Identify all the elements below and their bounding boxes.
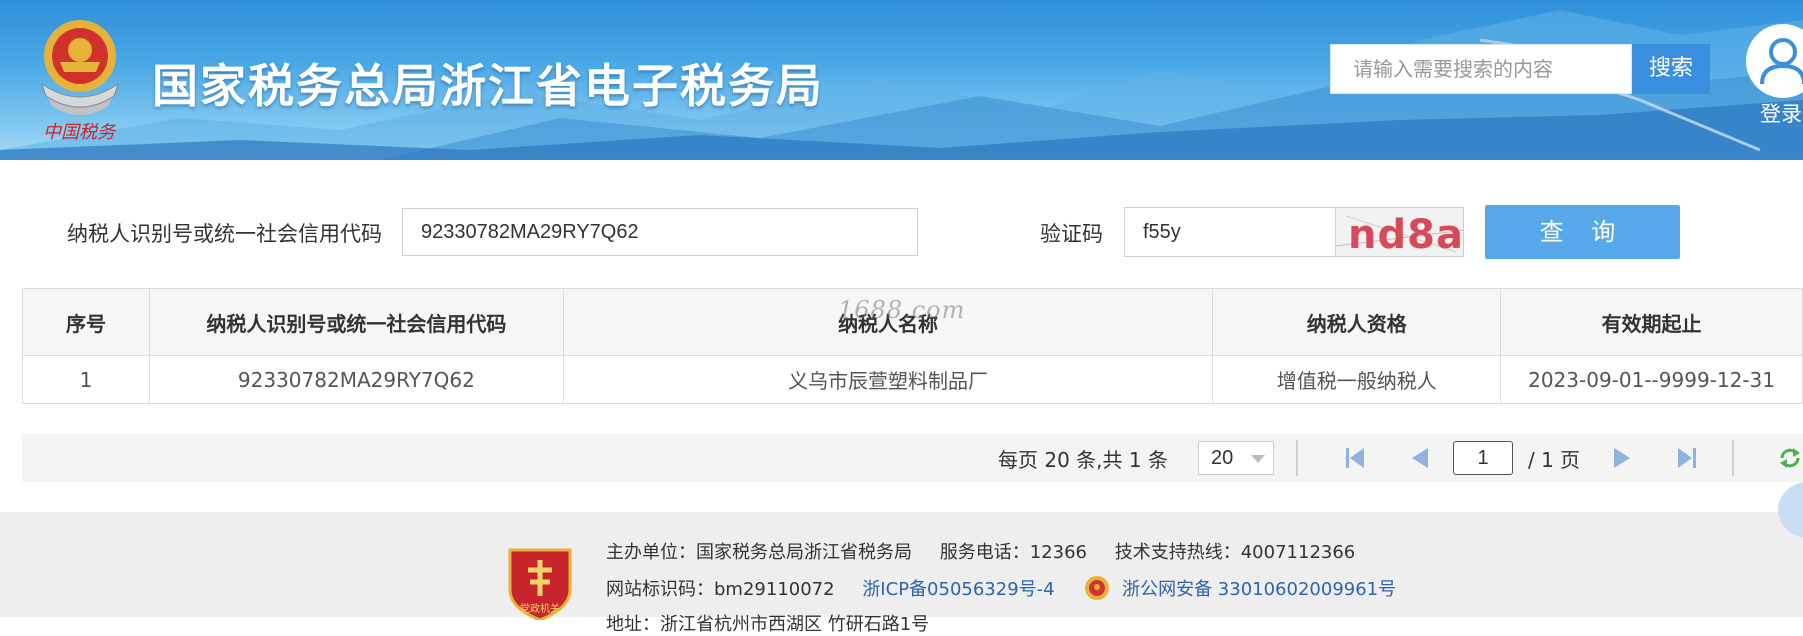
login-avatar[interactable] [1746, 24, 1803, 98]
last-page-icon[interactable] [1675, 446, 1699, 470]
search-button[interactable]: 搜索 [1632, 44, 1710, 94]
search-input[interactable]: 请输入需要搜索的内容 [1330, 44, 1632, 94]
footer-record-line: 网站标识码：bm29110072 浙ICP备05056329号-4 浙公网安备 … [606, 575, 1396, 601]
col-header-validity: 有效期起止 [1500, 288, 1803, 356]
tin-label: 纳税人识别号或统一社会信用代码 [67, 222, 382, 246]
pager-divider [1732, 440, 1734, 476]
cell-tin: 92330782MA29RY7Q62 [148, 355, 564, 404]
captcha-input[interactable]: f55y [1124, 207, 1336, 257]
cell-name: 义乌市辰萱塑料制品厂 [562, 355, 1214, 404]
col-header-tin: 纳税人识别号或统一社会信用代码 [148, 288, 564, 356]
query-button[interactable]: 查 询 [1485, 205, 1680, 259]
captcha-image[interactable]: nd8a [1335, 207, 1464, 257]
page-total: / 1 页 [1528, 448, 1581, 472]
police-badge-icon [1085, 576, 1110, 600]
chevron-down-icon [1251, 455, 1265, 463]
watermark: 1688.com [838, 296, 966, 324]
page-size-select[interactable]: 20 [1198, 441, 1274, 475]
police-record-link[interactable]: 浙公网安备 33010602009961号 [1122, 579, 1396, 600]
cell-validity: 2023-09-01--9999-12-31 [1500, 355, 1803, 404]
tin-input[interactable]: 92330782MA29RY7Q62 [402, 208, 918, 256]
icp-link[interactable]: 浙ICP备05056329号-4 [862, 579, 1054, 600]
page-size-value: 20 [1211, 447, 1234, 469]
cell-qualification: 增值税一般纳税人 [1212, 355, 1502, 404]
site-title: 国家税务总局浙江省电子税务局 [152, 59, 824, 113]
party-gov-badge-icon: 党政机关 [508, 548, 572, 622]
footer-info-line: 主办单位：国家税务总局浙江省税务局 服务电话：12366 技术支持热线：4007… [606, 538, 1355, 564]
prev-page-icon[interactable] [1408, 446, 1432, 470]
cell-index: 1 [22, 355, 150, 404]
badge-caption: 党政机关 [520, 602, 560, 615]
col-header-index: 序号 [22, 288, 150, 356]
site-footer: 党政机关 主办单位：国家税务总局浙江省税务局 服务电话：12366 技术支持热线… [0, 512, 1803, 635]
first-page-icon[interactable] [1343, 446, 1367, 470]
pager-info: 每页 20 条,共 1 条 [998, 448, 1168, 472]
emblem-caption: 中国税务 [43, 122, 117, 143]
login-label[interactable]: 登录 [1760, 98, 1802, 128]
refresh-icon[interactable] [1778, 446, 1802, 470]
footer-address-line: 地址：浙江省杭州市西湖区 竹研石路1号 [606, 614, 930, 635]
table-row: 1 92330782MA29RY7Q62 义乌市辰萱塑料制品厂 增值税一般纳税人… [22, 355, 1803, 404]
host-unit: 主办单位：国家税务总局浙江省税务局 [606, 542, 912, 563]
page-number-input[interactable]: 1 [1453, 441, 1513, 475]
col-header-qualification: 纳税人资格 [1212, 288, 1502, 356]
user-icon [1760, 38, 1803, 85]
gov-badge[interactable]: 党政机关 [504, 546, 576, 622]
support-hotline: 技术支持热线：4007112366 [1114, 542, 1356, 563]
tax-emblem: 中国税务 [30, 14, 128, 144]
captcha-text: nd8a [1348, 212, 1464, 257]
site-header: 中国税务 国家税务总局浙江省电子税务局 请输入需要搜索的内容 搜索 登录 [0, 0, 1803, 160]
pager-divider [1296, 440, 1298, 476]
emblem-icon: 中国税务 [41, 20, 119, 143]
service-phone: 服务电话：12366 [939, 542, 1087, 563]
pagination-bar: 每页 20 条,共 1 条 20 1 / 1 页 [22, 434, 1803, 482]
captcha-label: 验证码 [1040, 222, 1103, 246]
site-id: 网站标识码：bm29110072 [606, 579, 835, 600]
next-page-icon[interactable] [1610, 446, 1634, 470]
